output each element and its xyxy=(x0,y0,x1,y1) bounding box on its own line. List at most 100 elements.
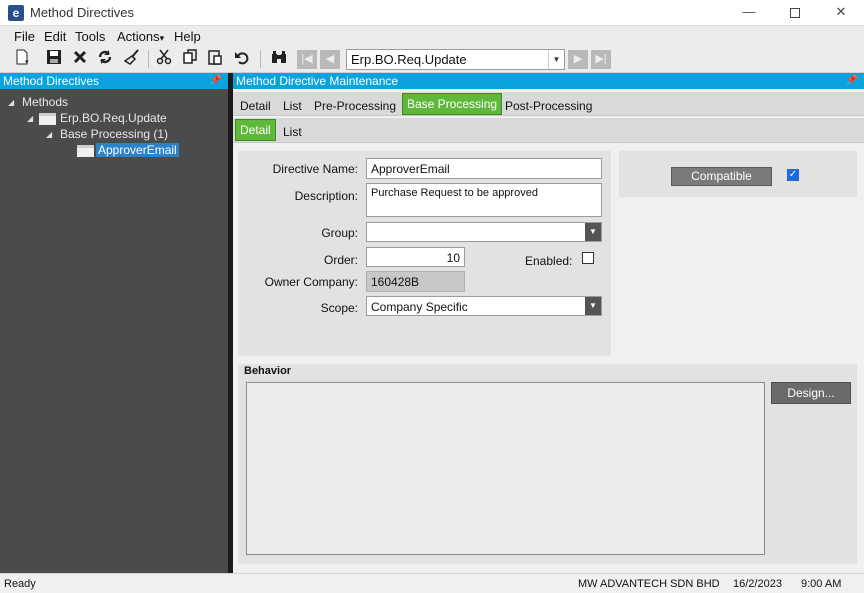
tree-expand-icon[interactable]: ◢ xyxy=(27,114,33,123)
next-record-button[interactable]: ▶ xyxy=(568,50,588,69)
method-combo-value: Erp.BO.Req.Update xyxy=(351,52,467,67)
minimize-button[interactable]: — xyxy=(726,0,772,26)
tree-item-methods[interactable]: Methods xyxy=(22,95,68,109)
save-icon xyxy=(47,50,61,64)
directive-name-field[interactable]: ApproverEmail xyxy=(366,158,602,179)
subtab-list[interactable]: List xyxy=(283,125,302,139)
menu-help[interactable]: Help xyxy=(174,29,201,44)
description-field[interactable]: Purchase Request to be approved xyxy=(366,183,602,217)
last-record-icon: ▶| xyxy=(595,53,607,65)
undo-icon xyxy=(235,52,249,65)
left-panel-title: Method Directives xyxy=(3,74,100,88)
undo-button[interactable] xyxy=(232,49,252,69)
paste-icon xyxy=(208,50,222,65)
search-button[interactable] xyxy=(269,49,289,69)
enabled-label: Enabled: xyxy=(525,254,573,268)
close-button[interactable]: ✕ xyxy=(818,0,864,26)
toolbar-separator xyxy=(260,50,261,68)
tree-expand-icon[interactable]: ◢ xyxy=(46,130,52,139)
left-panel: Method Directives 📌 ◢ Methods ◢ Erp.BO.R… xyxy=(0,73,228,573)
behavior-title: Behavior xyxy=(244,365,292,377)
save-button[interactable] xyxy=(44,49,64,69)
paste-button[interactable] xyxy=(205,49,225,69)
new-button[interactable]: ▾ xyxy=(12,49,32,69)
folder-icon xyxy=(39,113,56,125)
new-icon: ▾ xyxy=(16,49,29,66)
tree-item-directive[interactable]: ApproverEmail xyxy=(96,143,179,157)
menu-actions-label: Actions xyxy=(117,29,160,44)
compatible-button[interactable]: Compatible xyxy=(671,167,772,186)
owner-company-field: 160428B xyxy=(366,271,465,292)
menu-actions[interactable]: Actions▾ xyxy=(117,29,164,44)
description-label: Description: xyxy=(294,189,358,203)
right-panel-header: Method Directive Maintenance 📌 xyxy=(233,73,864,89)
sub-tabs: Detail List xyxy=(233,118,864,143)
chevron-down-icon[interactable]: ▼ xyxy=(585,297,601,315)
order-field[interactable]: 10 xyxy=(366,247,465,267)
enabled-checkbox[interactable] xyxy=(582,252,594,264)
tab-pre-processing[interactable]: Pre-Processing xyxy=(314,99,396,113)
pin-icon[interactable]: 📌 xyxy=(210,73,222,89)
compatible-checkbox[interactable]: ✓ xyxy=(787,169,799,181)
delete-button[interactable] xyxy=(70,49,90,69)
subtab-detail[interactable]: Detail xyxy=(235,119,276,141)
app-icon: e xyxy=(8,5,24,21)
menu-file[interactable]: File xyxy=(14,29,35,44)
scope-value: Company Specific xyxy=(371,300,468,314)
next-record-icon: ▶ xyxy=(573,53,583,65)
check-icon: ✓ xyxy=(788,169,798,180)
cut-icon xyxy=(156,49,172,65)
clear-icon xyxy=(123,49,139,65)
chevron-down-icon: ▾ xyxy=(159,33,165,43)
tab-list[interactable]: List xyxy=(283,99,302,113)
behavior-canvas[interactable] xyxy=(246,382,765,555)
status-time: 9:00 AM xyxy=(801,578,842,590)
directive-name-label: Directive Name: xyxy=(272,162,358,176)
left-panel-header: Method Directives 📌 xyxy=(0,73,228,89)
tab-detail[interactable]: Detail xyxy=(240,99,271,113)
previous-record-icon: ◀ xyxy=(325,53,335,65)
refresh-button[interactable] xyxy=(95,49,115,69)
tree-expand-icon[interactable]: ◢ xyxy=(8,98,14,107)
tab-post-processing[interactable]: Post-Processing xyxy=(505,99,592,113)
first-record-icon: |◀ xyxy=(301,53,313,65)
cut-button[interactable] xyxy=(154,49,174,69)
tree-item-method[interactable]: Erp.BO.Req.Update xyxy=(60,111,167,125)
main-tabs: Detail List Pre-Processing Base Processi… xyxy=(233,92,864,116)
svg-text:▾: ▾ xyxy=(25,59,29,65)
design-button[interactable]: Design... xyxy=(771,382,851,404)
owner-company-label: Owner Company: xyxy=(264,275,358,289)
status-text: Ready xyxy=(4,578,36,590)
status-date: 16/2/2023 xyxy=(733,578,782,590)
refresh-icon xyxy=(98,50,112,64)
scope-label: Scope: xyxy=(320,301,358,315)
scope-select[interactable]: Company Specific ▼ xyxy=(366,296,602,316)
tree-item-group[interactable]: Base Processing (1) xyxy=(60,127,168,141)
first-record-button[interactable]: |◀ xyxy=(297,50,317,69)
delete-icon xyxy=(73,50,87,64)
directive-form: Directive Name: ApproverEmail Descriptio… xyxy=(238,151,611,356)
pin-icon[interactable]: 📌 xyxy=(846,73,858,89)
right-panel-title: Method Directive Maintenance xyxy=(236,74,399,88)
toolbar-separator xyxy=(148,50,149,68)
menu-tools[interactable]: Tools xyxy=(75,29,105,44)
status-bar: Ready MW ADVANTECH SDN BHD 16/2/2023 9:0… xyxy=(0,573,864,593)
maximize-button[interactable] xyxy=(772,0,818,26)
method-combo[interactable]: Erp.BO.Req.Update ▼ xyxy=(346,49,565,70)
previous-record-button[interactable]: ◀ xyxy=(320,50,340,69)
menu-edit[interactable]: Edit xyxy=(44,29,66,44)
copy-icon xyxy=(183,49,197,64)
group-select[interactable]: ▼ xyxy=(366,222,602,242)
copy-button[interactable] xyxy=(180,49,200,69)
tab-base-processing[interactable]: Base Processing xyxy=(402,93,503,115)
chevron-down-icon[interactable]: ▼ xyxy=(548,50,564,69)
minimize-icon: — xyxy=(742,4,756,19)
clear-button[interactable] xyxy=(122,49,142,69)
group-label: Group: xyxy=(321,226,358,240)
folder-icon xyxy=(77,145,94,157)
last-record-button[interactable]: ▶| xyxy=(591,50,611,69)
window-title: Method Directives xyxy=(30,5,135,20)
maximize-icon xyxy=(790,7,800,18)
chevron-down-icon[interactable]: ▼ xyxy=(585,223,601,241)
menu-bar: File Edit Tools Actions▾ Help xyxy=(0,26,864,46)
